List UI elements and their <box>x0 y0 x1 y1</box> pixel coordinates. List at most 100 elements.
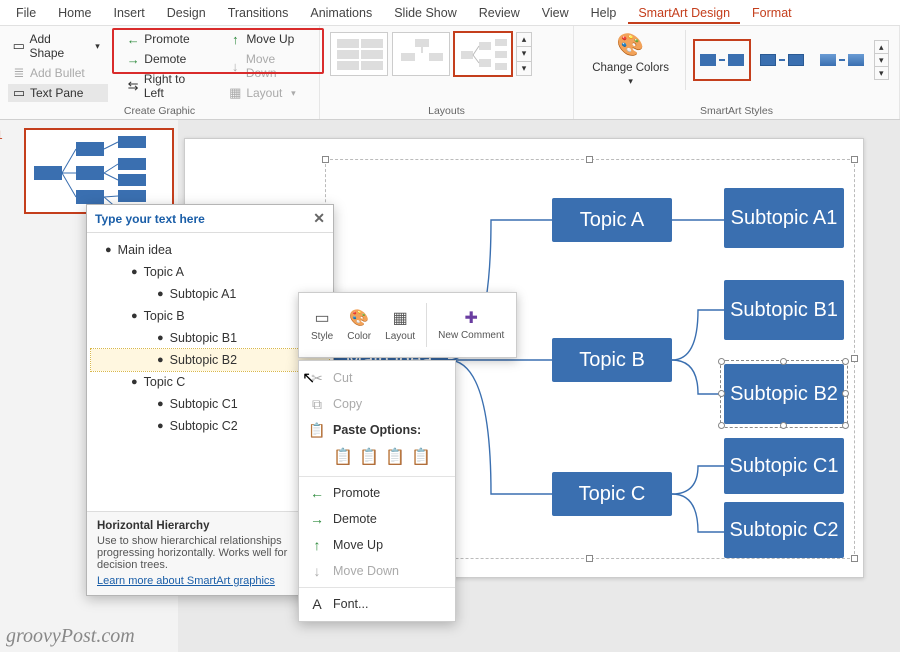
list-item[interactable]: ●Main idea <box>91 239 329 261</box>
ctx-paste-options: 📋 📋 📋 📋 <box>299 443 455 473</box>
mini-toolbar: ▭Style 🎨Color ▦Layout ✚New Comment <box>298 292 517 358</box>
arrow-left-icon: ← <box>126 32 140 46</box>
rtl-button[interactable]: ⇆Right to Left <box>122 70 210 102</box>
ribbon-group-styles: 🎨 Change Colors ▾ ▴ ▾ ▾ SmartArt Styles <box>574 26 900 119</box>
font-icon: A <box>309 596 325 612</box>
bullet-list-icon: ≣ <box>12 66 26 80</box>
menu-help[interactable]: Help <box>581 2 627 24</box>
layout-button: ▦Layout▾ <box>224 84 311 102</box>
layout-option-2[interactable] <box>392 32 450 76</box>
ctx-promote[interactable]: ←Promote <box>299 480 455 506</box>
paste-option-3[interactable]: 📋 <box>385 447 405 467</box>
text-pane[interactable]: Type your text here ✕ ●Main idea ●Topic … <box>86 204 334 596</box>
style-option-2[interactable] <box>754 40 810 80</box>
menu-review[interactable]: Review <box>469 2 530 24</box>
arrow-left-icon: ← <box>309 485 325 501</box>
close-icon[interactable]: ✕ <box>313 210 325 227</box>
menu-insert[interactable]: Insert <box>104 2 155 24</box>
list-item[interactable]: ●Subtopic A1 <box>91 283 329 305</box>
arrow-down-icon: ↓ <box>228 59 242 73</box>
slide-thumbnail-1[interactable] <box>24 128 174 214</box>
menu-view[interactable]: View <box>532 2 579 24</box>
node-sub-b2-selected[interactable]: Subtopic B2 <box>724 364 844 424</box>
mini-layout-button[interactable]: ▦Layout <box>379 306 421 344</box>
footer-title: Horizontal Hierarchy <box>97 520 323 532</box>
paste-option-1[interactable]: 📋 <box>333 447 353 467</box>
ctx-cut: ✂Cut <box>299 365 455 391</box>
swap-icon: ⇆ <box>126 79 140 93</box>
move-down-button: ↓Move Down <box>224 50 311 82</box>
group-label-create-graphic: Create Graphic <box>8 103 311 117</box>
list-item[interactable]: ●Topic B <box>91 305 329 327</box>
menu-animations[interactable]: Animations <box>300 2 382 24</box>
list-item[interactable]: ●Subtopic B1 <box>91 327 329 349</box>
layout-option-3-selected[interactable] <box>454 32 512 76</box>
add-shape-button[interactable]: ▭Add Shape▾ <box>8 30 108 62</box>
slide-number: 1 <box>0 128 3 142</box>
node-topic-c[interactable]: Topic C <box>552 472 672 516</box>
group-label-layouts: Layouts <box>328 103 565 117</box>
footer-desc: Use to show hierarchical relationships p… <box>97 535 323 571</box>
text-pane-icon: ▭ <box>12 86 26 100</box>
node-sub-c1[interactable]: Subtopic C1 <box>724 438 844 494</box>
list-item[interactable]: ●Subtopic C2 <box>91 415 329 437</box>
node-sub-c2[interactable]: Subtopic C2 <box>724 502 844 558</box>
style-option-3[interactable] <box>814 40 870 80</box>
node-sub-b1[interactable]: Subtopic B1 <box>724 280 844 340</box>
ribbon-group-layouts: ▴ ▾ ▾ Layouts <box>320 26 574 119</box>
palette-icon: 🎨 <box>618 32 644 58</box>
paste-option-2[interactable]: 📋 <box>359 447 379 467</box>
layouts-more-button[interactable]: ▴ ▾ ▾ <box>516 32 532 76</box>
ribbon: ▭Add Shape▾ ≣Add Bullet ▭Text Pane ←Prom… <box>0 26 900 120</box>
ctx-copy: ⧉Copy <box>299 391 455 417</box>
ctx-move-up[interactable]: ↑Move Up <box>299 532 455 558</box>
change-colors-button[interactable]: 🎨 Change Colors ▾ <box>582 30 679 89</box>
node-topic-a[interactable]: Topic A <box>552 198 672 242</box>
chevron-down-icon: ▾ <box>91 39 105 53</box>
node-sub-a1[interactable]: Subtopic A1 <box>724 188 844 248</box>
ctx-demote[interactable]: →Demote <box>299 506 455 532</box>
promote-button[interactable]: ←Promote <box>122 30 210 48</box>
mini-new-comment-button[interactable]: ✚New Comment <box>432 306 510 344</box>
arrow-right-icon: → <box>126 52 140 66</box>
text-pane-footer: Horizontal Hierarchy Use to show hierarc… <box>87 511 333 595</box>
text-pane-title: Type your text here <box>95 212 205 226</box>
style-icon: ▭ <box>312 308 332 328</box>
menu-home[interactable]: Home <box>48 2 101 24</box>
menu-design[interactable]: Design <box>157 2 216 24</box>
list-item[interactable]: ●Topic A <box>91 261 329 283</box>
node-topic-b[interactable]: Topic B <box>552 338 672 382</box>
text-pane-toggle[interactable]: ▭Text Pane <box>8 84 108 102</box>
list-item[interactable]: ●Topic C <box>91 371 329 393</box>
list-item[interactable]: ●Subtopic C1 <box>91 393 329 415</box>
menu-transitions[interactable]: Transitions <box>218 2 299 24</box>
list-item-selected[interactable]: ●Subtopic B2 <box>91 349 329 371</box>
menu-slideshow[interactable]: Slide Show <box>384 2 467 24</box>
mini-style-button[interactable]: ▭Style <box>305 306 339 344</box>
chevron-down-icon: ▾ <box>628 76 633 86</box>
palette-icon: 🎨 <box>349 308 369 328</box>
demote-button[interactable]: →Demote <box>122 50 210 68</box>
menu-file[interactable]: File <box>6 2 46 24</box>
scissors-icon: ✂ <box>309 370 325 386</box>
move-up-button[interactable]: ↑Move Up <box>224 30 311 48</box>
clipboard-icon: 📋 <box>309 422 325 438</box>
arrow-up-icon: ↑ <box>309 537 325 553</box>
menu-smartart-design[interactable]: SmartArt Design <box>628 2 740 24</box>
mini-color-button[interactable]: 🎨Color <box>341 306 377 344</box>
arrow-up-icon: ↑ <box>228 32 242 46</box>
text-pane-list[interactable]: ●Main idea ●Topic A ●Subtopic A1 ●Topic … <box>87 233 333 511</box>
ctx-font[interactable]: AFont... <box>299 591 455 617</box>
add-shape-icon: ▭ <box>12 39 26 53</box>
paste-option-4[interactable]: 📋 <box>411 447 431 467</box>
watermark: groovyPost.com <box>6 625 135 648</box>
styles-more-button[interactable]: ▴ ▾ ▾ <box>874 40 889 80</box>
learn-more-link[interactable]: Learn more about SmartArt graphics <box>97 575 275 587</box>
style-option-1-selected[interactable] <box>694 40 750 80</box>
comment-icon: ✚ <box>461 308 481 328</box>
menu-format[interactable]: Format <box>742 2 802 24</box>
arrow-down-icon: ↓ <box>309 563 325 579</box>
group-label-styles: SmartArt Styles <box>582 103 891 117</box>
context-menu: ✂Cut ⧉Copy 📋Paste Options: 📋 📋 📋 📋 ←Prom… <box>298 360 456 622</box>
layout-option-1[interactable] <box>330 32 388 76</box>
